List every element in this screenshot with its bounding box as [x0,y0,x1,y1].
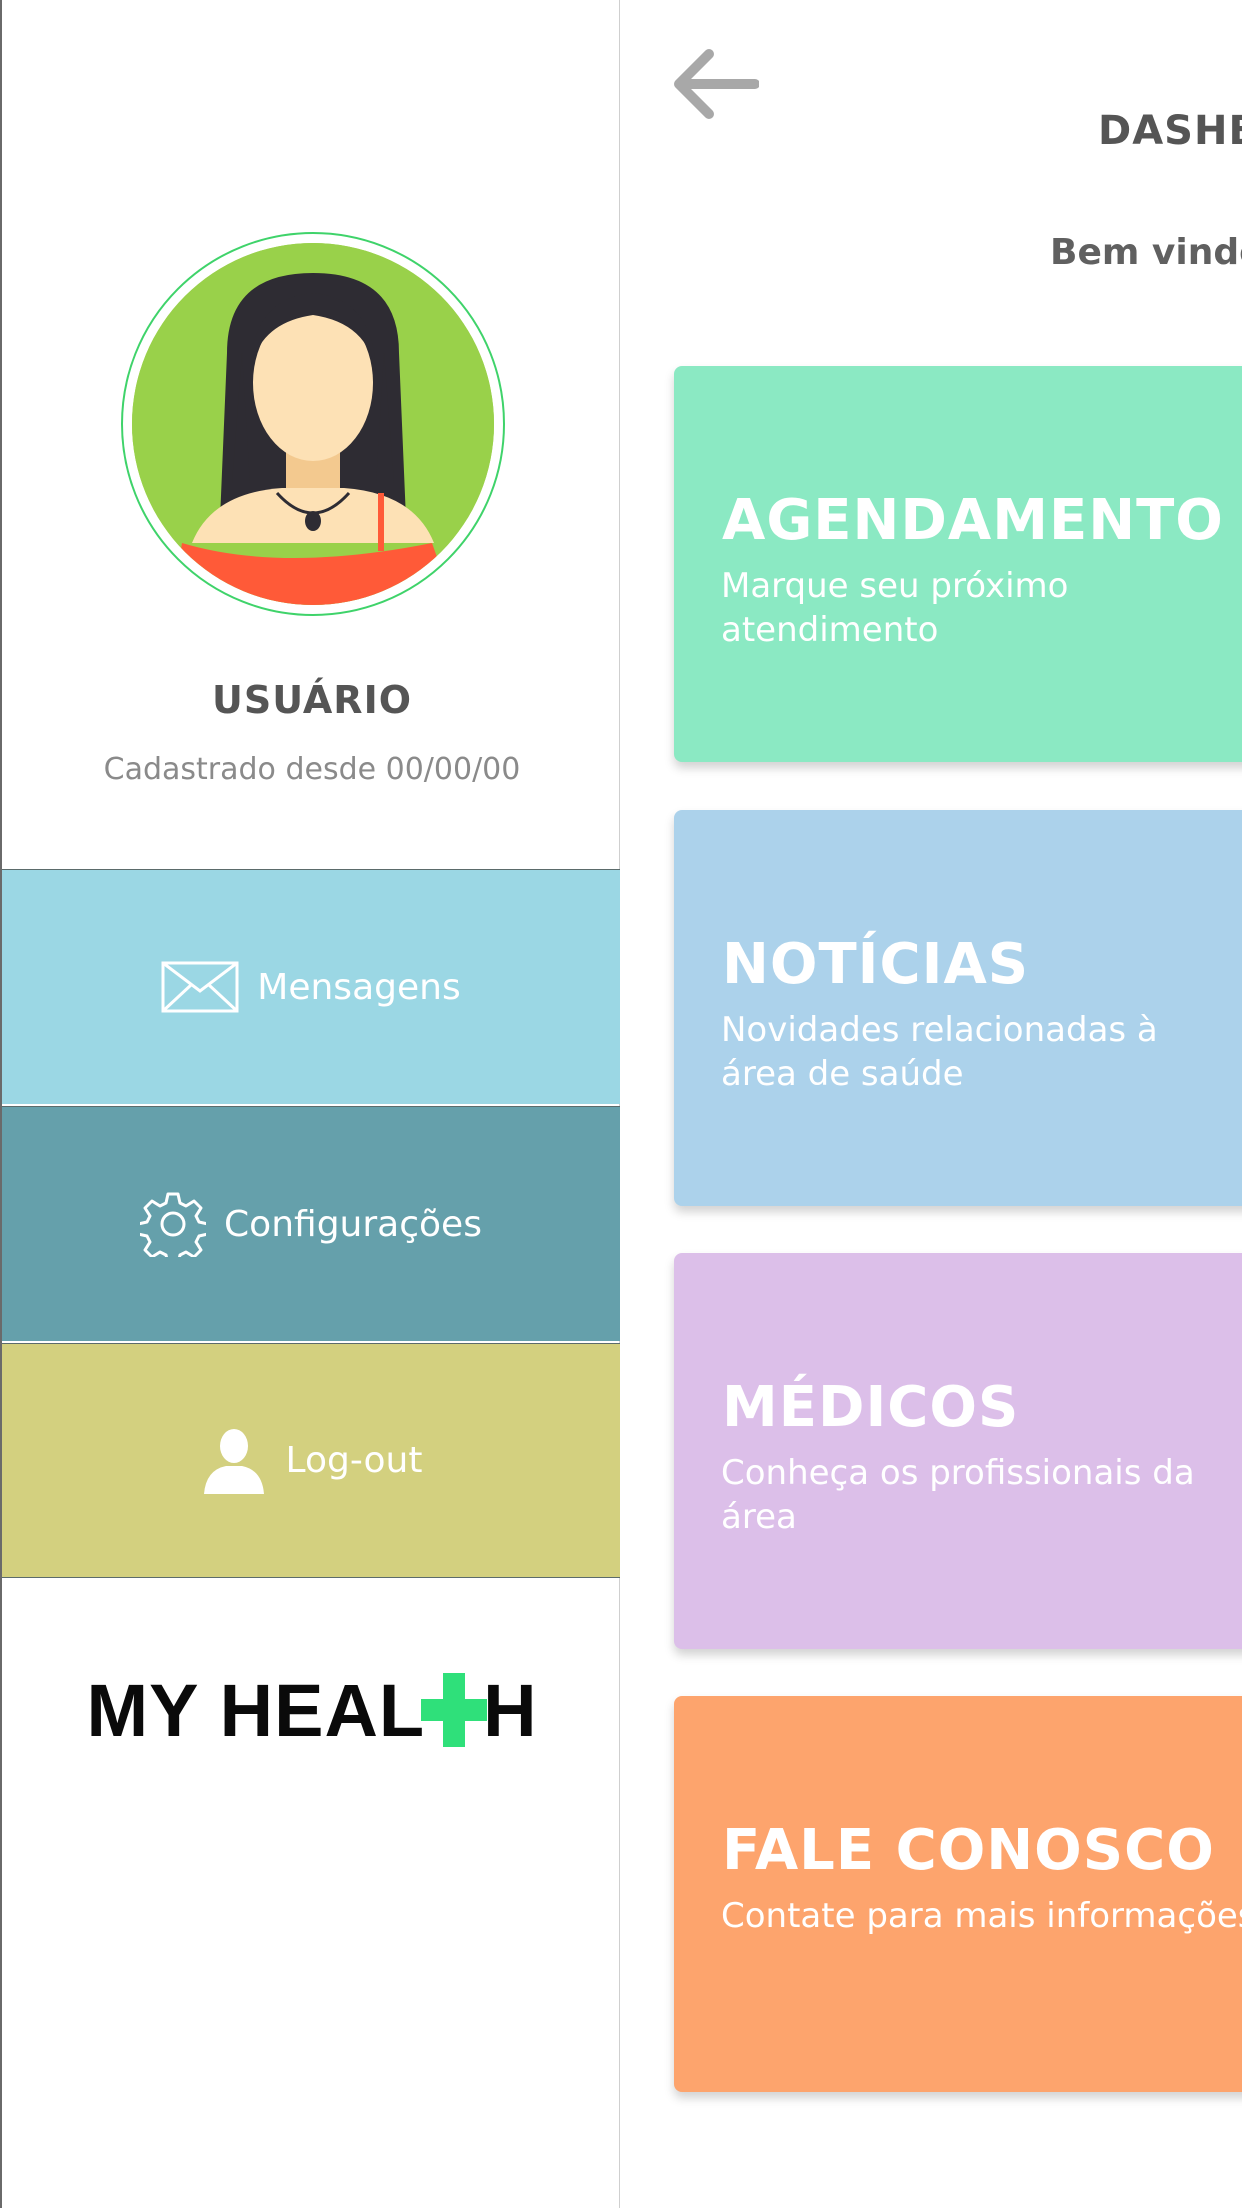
envelope-icon [161,961,239,1013]
menu-item-messages-label: Mensagens [257,966,461,1008]
card-scheduling[interactable]: AGENDAMENTO Marque seu próximo atendimen… [674,366,1242,762]
card-title: AGENDAMENTO [722,488,1224,553]
card-description: Conheça os profissionais da área [721,1453,1195,1537]
medical-cross-icon [421,1673,488,1747]
card-contact-us[interactable]: FALE CONOSCO Contate para mais informaçõ… [674,1696,1242,2092]
gear-icon [140,1191,207,1257]
avatar[interactable] [121,232,505,616]
arrow-left-icon [674,49,759,119]
welcome-message: Bem vindo [1050,232,1242,273]
card-title: FALE CONOSCO [722,1818,1215,1883]
card-news[interactable]: NOTÍCIAS Novidades relacionadas à área d… [674,810,1242,1206]
card-description: Contate para mais informações [721,1896,1242,1936]
card-title: NOTÍCIAS [722,932,1030,997]
logo-text-left: MY HEAL [86,1668,426,1752]
dashboard-panel: DASHBOARD Bem vindo AGENDAMENTO Marque s… [620,0,1242,2208]
card-title: MÉDICOS [722,1375,1020,1440]
user-name: USUÁRIO [211,678,413,722]
app-logo: MY HEAL H [2,1660,622,1760]
menu-item-settings[interactable]: Configurações [2,1106,620,1341]
woman-avatar-icon [132,243,494,605]
avatar-image [132,243,494,605]
page-title: DASHBOARD [1098,108,1242,154]
menu-item-logout[interactable]: Log-out [2,1343,620,1578]
card-doctors[interactable]: MÉDICOS Conheça os profissionais da área [674,1253,1242,1649]
back-button[interactable] [670,44,760,124]
menu-item-logout-label: Log-out [285,1440,423,1481]
menu-item-settings-label: Configurações [224,1203,482,1245]
card-description: Novidades relacionadas à área de saúde [721,1010,1158,1094]
side-drawer: USUÁRIO Cadastrado desde 00/00/00 Mensag… [0,0,620,2208]
logo-text-right: H [483,1668,538,1752]
card-description: Marque seu próximo atendimento [721,566,1069,650]
user-registration-date: Cadastrado desde 00/00/00 [103,752,521,787]
menu-item-messages[interactable]: Mensagens [2,869,620,1104]
user-icon [200,1428,268,1494]
